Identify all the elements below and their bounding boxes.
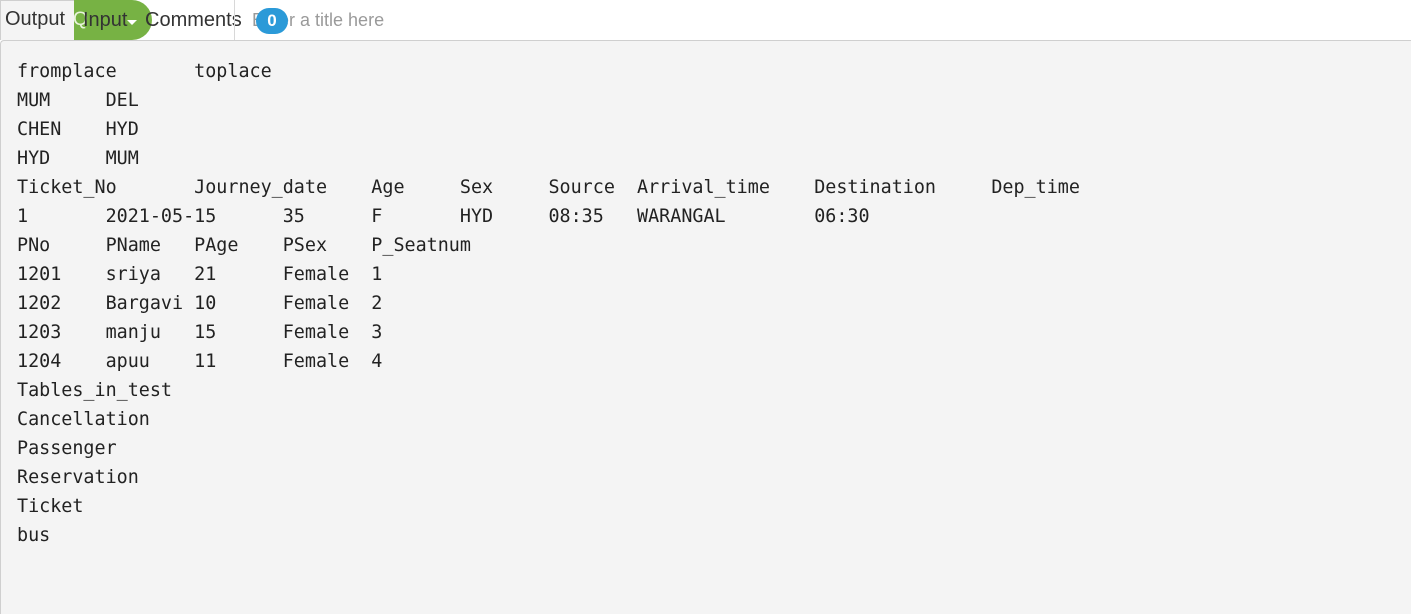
output-line: Tables_in_test [17,380,173,401]
tab-comments[interactable]: Comments [145,8,242,32]
tab-input[interactable]: Input [83,8,127,32]
tab-output-label: Output [5,8,66,30]
output-line: Ticket_No Journey_date Age Sex Source Ar… [17,177,1080,198]
output-line: Reservation [17,467,139,488]
output-line: 1203 manju 15 Female 3 [17,322,383,343]
output-line: 1202 Bargavi 10 Female 2 [17,293,383,314]
output-line: MUM DEL [17,90,139,111]
output-line: PNo PName PAge PSex P_Seatnum [17,235,471,256]
toolbar-divider [234,0,235,40]
chevron-down-icon[interactable] [127,20,137,25]
output-line: CHEN HYD [17,119,139,140]
tab-comments-label: Comments [145,9,242,31]
tab-input-label: Input [83,9,128,31]
output-line: 1204 apuu 11 Female 4 [17,351,383,372]
tab-output[interactable]: Output [0,0,75,40]
top-bar: Q Output Input Comments 0 [0,0,1411,40]
output-line: Ticket [17,496,84,517]
output-line: Passenger [17,438,117,459]
output-line: 1201 sriya 21 Female 1 [17,264,383,285]
output-text: fromplace toplace MUM DEL CHEN HYD HYD M… [17,57,1080,550]
output-line: HYD MUM [17,148,139,169]
output-panel: fromplace toplace MUM DEL CHEN HYD HYD M… [0,40,1411,614]
output-line: bus [17,525,51,546]
output-line: fromplace toplace [17,61,272,82]
title-input[interactable] [250,6,752,34]
output-line: Cancellation [17,409,150,430]
comments-count-badge[interactable]: 0 [256,8,288,34]
output-line: 1 2021-05-15 35 F HYD 08:35 WARANGAL 06:… [17,206,870,227]
